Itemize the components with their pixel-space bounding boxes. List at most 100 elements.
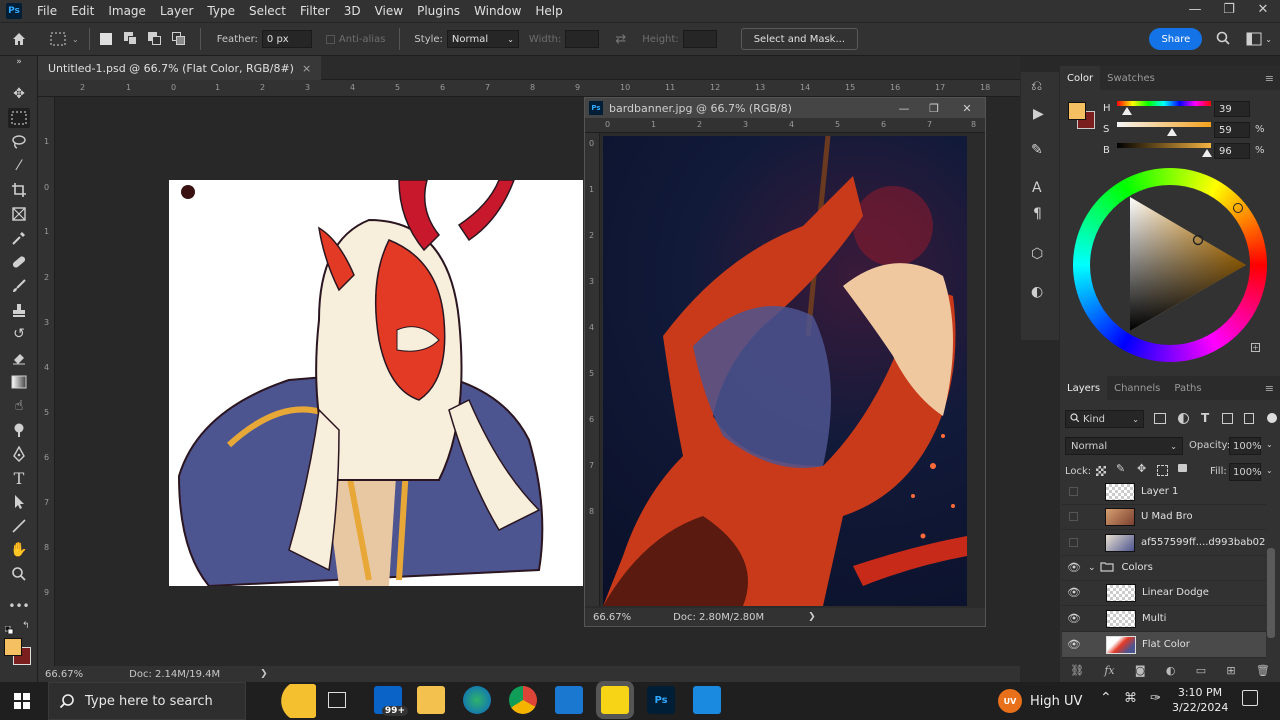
minimize-icon[interactable]: — [1178, 0, 1212, 22]
brightness-value-input[interactable]: 96 [1214, 143, 1250, 159]
history-brush-tool-icon[interactable]: ↺ [8, 324, 30, 344]
layer-row[interactable]: 👁 Linear Dodge [1062, 580, 1266, 606]
eyedropper-tool-icon[interactable] [8, 228, 30, 248]
3d-panel-icon[interactable]: ⬡ [1031, 246, 1043, 262]
panel-menu-icon[interactable]: ≡ [1265, 72, 1274, 85]
layer-row[interactable]: af557599ff....d993bab02 [1062, 530, 1266, 556]
line-tool-icon[interactable] [8, 516, 30, 536]
weather-widget[interactable]: UV High UV [998, 689, 1082, 713]
task-view-icon[interactable] [328, 692, 346, 708]
eraser-tool-icon[interactable] [8, 348, 30, 368]
close-icon[interactable]: ✕ [1246, 0, 1280, 22]
marquee-preset-icon[interactable]: ⌄ [50, 32, 79, 46]
actions-panel-icon[interactable]: ▶ [1033, 106, 1044, 122]
menu-image[interactable]: Image [101, 0, 153, 22]
close-icon[interactable]: ✕ [949, 102, 985, 115]
link-layers-icon[interactable]: ⛓ [1070, 664, 1084, 677]
notification-icon[interactable] [1242, 690, 1258, 706]
lock-artboard-icon[interactable] [1157, 465, 1168, 476]
network-icon[interactable]: ⌘ [1124, 691, 1137, 706]
search-highlight-icon[interactable] [246, 684, 316, 718]
menu-plugins[interactable]: Plugins [410, 0, 467, 22]
new-group-icon[interactable]: ▭ [1196, 664, 1206, 677]
brightness-slider[interactable] [1117, 143, 1211, 148]
menu-window[interactable]: Window [467, 0, 528, 22]
eye-icon[interactable]: 👁 [1062, 586, 1086, 599]
lock-position-icon[interactable]: ✥ [1137, 462, 1146, 475]
chevron-up-icon[interactable]: ⌃ [1100, 690, 1112, 706]
layer-style-icon[interactable]: fx [1104, 664, 1114, 677]
clone-stamp-tool-icon[interactable] [8, 300, 30, 320]
marquee-tool-icon[interactable] [8, 108, 30, 128]
subtract-selection-icon[interactable] [147, 32, 162, 46]
share-button[interactable]: Share [1149, 28, 1203, 50]
menu-view[interactable]: View [368, 0, 410, 22]
select-and-mask-button[interactable]: Select and Mask... [740, 28, 859, 50]
menu-layer[interactable]: Layer [153, 0, 200, 22]
width-input[interactable] [565, 30, 600, 48]
chrome-browser-icon[interactable] [509, 686, 537, 714]
adjustment-layer-icon[interactable]: ◐ [1166, 664, 1176, 677]
close-icon[interactable]: × [302, 62, 311, 75]
menu-select[interactable]: Select [242, 0, 293, 22]
move-tool-icon[interactable]: ✥ [8, 84, 30, 104]
menu-help[interactable]: Help [528, 0, 569, 22]
home-icon[interactable] [0, 31, 38, 47]
hue-slider-thumb[interactable] [1122, 107, 1133, 115]
type-tool-icon[interactable]: T [8, 468, 30, 488]
filter-smart-object-icon[interactable] [1244, 413, 1254, 424]
layer-filter-select[interactable]: Kind ⌄ [1065, 410, 1144, 428]
layer-group-row[interactable]: 👁 ⌄ Colors [1062, 555, 1266, 581]
status-menu-arrow-icon[interactable]: ❯ [260, 669, 268, 679]
collapse-panel-icon[interactable]: » [8, 56, 30, 68]
character-panel-icon[interactable]: A [1032, 180, 1042, 196]
document-canvas[interactable] [169, 180, 583, 586]
opacity-input[interactable]: 100% [1229, 437, 1262, 455]
feather-input[interactable]: 0 px [261, 30, 312, 48]
hue-value-input[interactable]: 39 [1214, 101, 1250, 117]
healing-brush-tool-icon[interactable] [8, 252, 30, 272]
status-menu-arrow-icon[interactable]: ❯ [808, 612, 816, 622]
menu-file[interactable]: File [30, 0, 64, 22]
visibility-toggle[interactable] [1069, 487, 1078, 496]
color-triangle[interactable] [1090, 185, 1250, 345]
expand-icon[interactable]: + [1251, 343, 1260, 352]
workspace-icon[interactable]: ⌄ [1246, 32, 1272, 46]
lock-all-icon[interactable] [1178, 464, 1187, 472]
saturation-slider-thumb[interactable] [1167, 128, 1178, 136]
photos-app-icon[interactable] [693, 686, 721, 714]
lasso-tool-icon[interactable] [8, 132, 30, 152]
layer-row-selected[interactable]: 👁 Flat Color [1062, 632, 1266, 658]
foreground-color-swatch[interactable] [4, 638, 22, 656]
sticky-notes-icon[interactable] [601, 686, 629, 714]
brightness-slider-thumb[interactable] [1202, 149, 1213, 157]
filter-shape-icon[interactable] [1222, 413, 1233, 424]
magic-wand-tool-icon[interactable]: ⁄ [8, 156, 30, 176]
path-selection-tool-icon[interactable] [8, 492, 30, 512]
chevron-down-icon[interactable]: ⌄ [1088, 563, 1096, 573]
layers-scrollbar[interactable] [1267, 548, 1275, 638]
height-input[interactable] [682, 30, 717, 48]
delete-layer-icon[interactable]: 🗑 [1256, 664, 1270, 677]
zoom-level[interactable]: 66.67% [45, 669, 83, 680]
lock-pixels-icon[interactable]: ✎ [1116, 462, 1125, 475]
new-layer-icon[interactable]: ⊞ [1226, 664, 1235, 677]
hue-ring-marker[interactable] [1233, 203, 1243, 213]
eye-icon[interactable]: 👁 [1062, 612, 1086, 625]
file-explorer-icon[interactable] [417, 686, 445, 714]
swap-dimensions-icon[interactable]: ⇄ [615, 32, 626, 47]
swap-colors-icon[interactable]: ↰ [22, 621, 30, 631]
hand-tool-icon[interactable]: ✋ [8, 540, 30, 560]
dodge-tool-icon[interactable] [8, 420, 30, 440]
tab-swatches[interactable]: Swatches [1100, 66, 1162, 90]
chevron-down-icon[interactable]: ⌄ [1266, 466, 1273, 475]
layer-row[interactable]: 👁 Multi [1062, 606, 1266, 632]
filter-pixel-icon[interactable] [1154, 413, 1166, 424]
tab-channels[interactable]: Channels [1107, 376, 1167, 400]
crop-tool-icon[interactable] [8, 180, 30, 200]
floating-window-titlebar[interactable]: Ps bardbanner.jpg @ 66.7% (RGB/8) — ❐ ✕ [585, 98, 985, 118]
clock[interactable]: 3:10 PM 3/22/2024 [1172, 685, 1228, 715]
adjustments-panel-icon[interactable]: ◐ [1031, 284, 1043, 300]
chevron-down-icon[interactable]: ⌄ [1266, 440, 1273, 449]
eye-icon[interactable]: 👁 [1062, 561, 1086, 574]
